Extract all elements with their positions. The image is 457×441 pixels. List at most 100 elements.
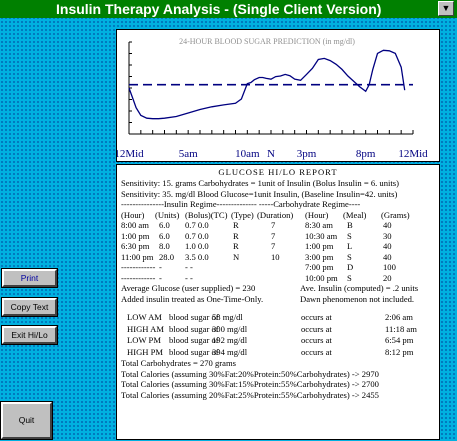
extreme-occurs: occurs at — [301, 312, 332, 322]
table-cell: 40 — [383, 241, 392, 251]
table-cell: 8.0 — [159, 241, 170, 251]
table-cell: 40 — [383, 220, 392, 230]
added-insulin-note: Added insulin treated as One-Time-Only. — [121, 293, 264, 304]
extreme-value: 300 mg/dl — [212, 323, 248, 334]
table-cell: 10 — [271, 251, 280, 262]
notes-line: Added insulin treated as One-Time-Only. … — [121, 294, 435, 305]
table-row: 6:30 pm 8.0 1.0 0.0 R 7 1:00 pm L 40 — [121, 241, 435, 252]
avg-insulin: Ave. Insulin (computed) = .2 units — [300, 283, 419, 293]
table-cell: R — [233, 220, 239, 230]
copy-text-button[interactable]: Copy Text — [1, 297, 58, 317]
table-cell: D — [347, 262, 354, 272]
extreme-occurs: occurs at — [301, 335, 332, 345]
table-cell: - — [159, 262, 162, 272]
table-cell: R — [233, 230, 239, 241]
extreme-label: LOW AM — [127, 312, 162, 322]
extreme-time: 8:12 pm — [385, 346, 414, 357]
col-hour: (Hour) — [121, 209, 145, 220]
x-tick-label: 8pm — [356, 148, 376, 160]
table-row: ------------ - - - 7:00 pm D 100 — [121, 262, 435, 273]
calories-line-1: Total Calories (assuming 30%Fat:20%Prote… — [121, 368, 379, 379]
table-cell: 8:00 am — [121, 220, 149, 230]
table-cell: S — [347, 251, 352, 262]
table-cell: 10:00 pm — [305, 272, 338, 283]
extreme-value: 58 mg/dl — [212, 312, 243, 322]
table-cell: - - — [185, 272, 193, 283]
extreme-label: HIGH AM — [127, 323, 165, 334]
table-cell: 3:00 pm — [305, 251, 334, 262]
chevron-down-icon[interactable]: ▼ — [438, 1, 454, 16]
blood-sugar-chart: 24-HOUR BLOOD SUGAR PREDICTION (in mg/dl… — [116, 29, 440, 162]
table-cell: 30 — [383, 230, 392, 241]
table-cell: 40 — [383, 251, 392, 262]
table-cell: 20 — [383, 272, 392, 283]
glucose-report: GLUCOSE HI/LO REPORT Sensitivity: 15. gr… — [116, 164, 440, 440]
extreme-row: HIGH PM blood sugar of 394 mg/dl occurs at 8… — [121, 347, 435, 359]
col-type: (Type) — [231, 209, 254, 220]
print-button[interactable]: Print — [1, 268, 58, 288]
x-tick-label: 10am — [235, 148, 260, 160]
col-grams: (Grams) — [381, 209, 410, 220]
glucose-curve — [128, 49, 406, 120]
extreme-occurs: occurs at — [301, 323, 332, 334]
col-duration: (Duration) — [257, 209, 294, 220]
table-cell: 7 — [271, 230, 276, 241]
x-tick-label: N — [267, 148, 275, 160]
table-cell: ------------ — [121, 262, 156, 272]
col-meal-hour: (Hour) — [305, 209, 329, 220]
table-cell: 8:30 am — [305, 220, 333, 230]
table-cell: 7:00 pm — [305, 262, 334, 272]
chart-title: 24-HOUR BLOOD SUGAR PREDICTION (in mg/dl… — [179, 37, 355, 46]
table-cell: - — [159, 272, 162, 283]
table-cell: 6.0 — [159, 230, 170, 241]
sensitivity-carb-line: Sensitivity: 15. grams Carbohydrates = 1… — [121, 178, 399, 188]
table-cell: R — [233, 241, 239, 251]
column-headers: (Hour) (Units) (Bolus)(TC) (Type) (Durat… — [121, 210, 435, 221]
table-cell: B — [347, 220, 353, 230]
calories-line-2: Total Calories (assuming 30%Fat:15%Prote… — [121, 379, 379, 389]
table-cell: S — [347, 230, 352, 241]
table-cell: L — [347, 241, 353, 251]
table-cell: ------------ — [121, 272, 156, 283]
x-tick-label: 12Mid — [117, 148, 144, 160]
window-title-bar: Insulin Therapy Analysis - (Single Clien… — [0, 0, 457, 18]
table-cell: 100 — [383, 262, 396, 272]
table-cell: 10:30 am — [305, 230, 338, 241]
sensitivity-bg-line: Sensitivity: 35. mg/dl Blood Glucose=1un… — [121, 188, 398, 199]
table-cell: 0.7 0.0 — [185, 220, 209, 230]
chart-svg: 24-HOUR BLOOD SUGAR PREDICTION (in mg/dl… — [117, 37, 428, 160]
extreme-time: 6:54 pm — [385, 335, 414, 345]
dawn-note: Dawn phenomenon not included. — [300, 293, 415, 304]
average-line: Average Glucose (user supplied) = 230 Av… — [121, 283, 435, 294]
extreme-value: 192 mg/dl — [212, 335, 248, 345]
table-cell: N — [233, 251, 240, 262]
table-cell: 0.7 0.0 — [185, 230, 209, 241]
total-carbs: Total Carbohydrates = 270 grams — [121, 358, 236, 368]
col-bolus-tc: (Bolus)(TC) — [185, 209, 228, 220]
extreme-occurs: occurs at — [301, 346, 332, 357]
regime-table: 8:00 am 6.0 0.7 0.0 R 7 8:30 am B 40 1:00 pm 6.0 0… — [121, 220, 435, 283]
exit-hilo-button[interactable]: Exit Hi/Lo — [1, 325, 58, 345]
calories-line-3: Total Calories (assuming 20%Fat:25%Prote… — [121, 389, 379, 400]
x-tick-label: 5am — [179, 148, 198, 160]
avg-glucose: Average Glucose (user supplied) = 230 — [121, 283, 256, 293]
table-cell: 1:00 pm — [121, 230, 150, 241]
extreme-value: 394 mg/dl — [212, 346, 248, 357]
extreme-time: 2:06 am — [385, 312, 413, 322]
table-cell: 7 — [271, 241, 276, 251]
table-row: 11:00 pm 28.0 3.5 0.0 N 10 3:00 pm S 40 — [121, 252, 435, 263]
extreme-row: HIGH AM blood sugar of 300 mg/dl occurs at 1… — [121, 324, 435, 336]
quit-button[interactable]: Quit — [0, 401, 53, 440]
table-cell: 3.5 0.0 — [185, 251, 209, 262]
table-row: 1:00 pm 6.0 0.7 0.0 R 7 10:30 am S 30 — [121, 231, 435, 242]
extreme-row: LOW PM blood sugar of 192 mg/dl occurs at 6:… — [121, 335, 435, 347]
table-cell: 1.0 0.0 — [185, 241, 209, 251]
table-row: 8:00 am 6.0 0.7 0.0 R 7 8:30 am B 40 — [121, 220, 435, 231]
extreme-row: LOW AM blood sugar of 58 mg/dl occurs at 2:0… — [121, 312, 435, 324]
table-cell: 6.0 — [159, 220, 170, 230]
table-cell: 7 — [271, 220, 276, 230]
extremes-table: LOW AM blood sugar of 58 mg/dl occurs at 2:0… — [121, 312, 435, 358]
extreme-label: HIGH PM — [127, 346, 164, 357]
window-title: Insulin Therapy Analysis - (Single Clien… — [56, 1, 382, 17]
x-tick-label: 3pm — [297, 148, 317, 160]
